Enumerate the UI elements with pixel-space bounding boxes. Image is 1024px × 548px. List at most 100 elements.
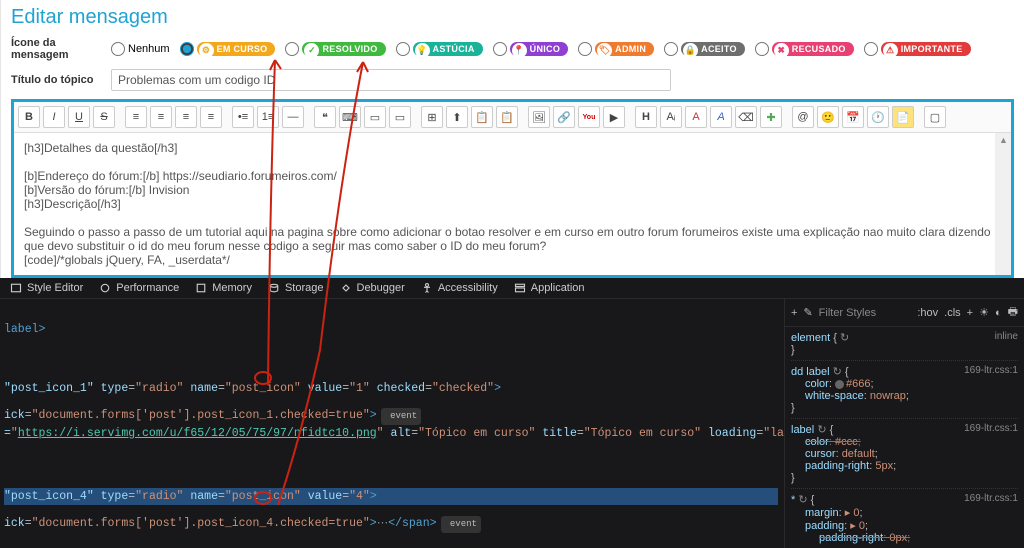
check-icon: ✓ bbox=[304, 43, 319, 58]
devtools-body: label> "post_icon_1" type="radio" name="… bbox=[0, 299, 1024, 548]
devtools-style-rules[interactable]: element { ↻inline } dd label ↻ {169-ltr.… bbox=[785, 327, 1024, 548]
tab-performance[interactable]: Performance bbox=[99, 282, 179, 294]
code-button[interactable]: ⌨ bbox=[339, 106, 361, 128]
badge-importante: ⚠IMPORTANTE bbox=[881, 42, 971, 56]
removeformat-button[interactable]: ⌫ bbox=[735, 106, 757, 128]
editor-textarea[interactable]: [h3]Detalhes da questão[/h3] [b]Endereço… bbox=[14, 133, 1011, 275]
rich-text-editor: B I U S ≡ ≡ ≡ ≡ •≡ 1≡ — ❝ ⌨ ▭ ▭ ⊞ ⬆ 📋 📋 … bbox=[11, 99, 1014, 278]
bulb-icon: 💡 bbox=[415, 43, 430, 58]
panel-title: Editar mensagem bbox=[11, 6, 1014, 29]
date-button[interactable]: 📅 bbox=[842, 106, 864, 128]
new-style-icon[interactable]: + bbox=[967, 307, 973, 319]
align-right-button[interactable]: ≡ bbox=[175, 106, 197, 128]
message-icon-options: Nenhum ⚙EM CURSO ✓RESOLVIDO 💡ASTÚCIA 📍ÚN… bbox=[111, 42, 971, 56]
icon-option-astucia[interactable]: 💡ASTÚCIA bbox=[396, 42, 483, 56]
strike-button[interactable]: S bbox=[93, 106, 115, 128]
tab-application[interactable]: Application bbox=[514, 282, 585, 294]
devtools-tabs: Style Editor Performance Memory Storage … bbox=[0, 278, 1024, 299]
fontcolor-button[interactable]: A bbox=[685, 106, 707, 128]
tag-icon: 🏷 bbox=[597, 43, 612, 58]
badge-astucia: 💡ASTÚCIA bbox=[413, 42, 483, 56]
icon-option-none-label: Nenhum bbox=[128, 43, 170, 55]
event-pill[interactable]: event bbox=[441, 516, 481, 533]
dark-icon[interactable]: ◐ bbox=[995, 307, 1002, 319]
sticky-button[interactable]: 📄 bbox=[892, 106, 914, 128]
topic-title-row: Título do tópico bbox=[11, 69, 1014, 91]
topic-title-label: Título do tópico bbox=[11, 74, 111, 86]
badge-recusado: ✖RECUSADO bbox=[772, 42, 854, 56]
flash-button[interactable]: ▶ bbox=[603, 106, 625, 128]
badge-emcurso: ⚙EM CURSO bbox=[197, 42, 276, 56]
heading-button[interactable]: H bbox=[635, 106, 657, 128]
message-icon-row: Ícone da mensagem Nenhum ⚙EM CURSO ✓RESO… bbox=[11, 37, 1014, 61]
lock-icon: 🔒 bbox=[683, 43, 698, 58]
badge-unico: 📍ÚNICO bbox=[510, 42, 569, 56]
hr-button[interactable]: — bbox=[282, 106, 304, 128]
print-icon[interactable]: 🖶 bbox=[1008, 303, 1018, 322]
icon-option-unico[interactable]: 📍ÚNICO bbox=[493, 42, 569, 56]
italic-button[interactable]: I bbox=[43, 106, 65, 128]
icon-option-recusado[interactable]: ✖RECUSADO bbox=[755, 42, 854, 56]
icon-option-resolvido[interactable]: ✓RESOLVIDO bbox=[285, 42, 385, 56]
host-button[interactable]: ⬆ bbox=[446, 106, 468, 128]
devtools-styles-panel: + ✎ Filter Styles :hov .cls + ☀ ◐ 🖶 elem… bbox=[784, 299, 1024, 548]
new-rule-icon[interactable]: + bbox=[791, 307, 797, 319]
bold-button[interactable]: B bbox=[18, 106, 40, 128]
cls-toggle[interactable]: .cls bbox=[944, 307, 961, 319]
x-icon: ✖ bbox=[774, 43, 789, 58]
list-number-button[interactable]: 1≡ bbox=[257, 106, 279, 128]
align-center-button[interactable]: ≡ bbox=[150, 106, 172, 128]
align-justify-button[interactable]: ≡ bbox=[200, 106, 222, 128]
icon-option-emcurso[interactable]: ⚙EM CURSO bbox=[180, 42, 276, 56]
image-button[interactable]: 🖼 bbox=[528, 106, 550, 128]
badge-admin: 🏷ADMIN bbox=[595, 42, 654, 56]
warn-icon: ⚠ bbox=[883, 43, 898, 58]
tab-accessibility[interactable]: Accessibility bbox=[421, 282, 498, 294]
tab-style-editor[interactable]: Style Editor bbox=[10, 282, 83, 294]
source-button[interactable]: ▢ bbox=[924, 106, 946, 128]
editor-toolbar: B I U S ≡ ≡ ≡ ≡ •≡ 1≡ — ❝ ⌨ ▭ ▭ ⊞ ⬆ 📋 📋 … bbox=[14, 102, 1011, 133]
quote-button[interactable]: ❝ bbox=[314, 106, 336, 128]
icon-option-none[interactable]: Nenhum bbox=[111, 42, 170, 56]
table-button[interactable]: ⊞ bbox=[421, 106, 443, 128]
tab-memory[interactable]: Memory bbox=[195, 282, 252, 294]
pin-icon: 📍 bbox=[512, 43, 527, 58]
hov-toggle[interactable]: :hov bbox=[917, 307, 938, 319]
fontsize-button[interactable]: Aᵢ bbox=[660, 106, 682, 128]
time-button[interactable]: 🕐 bbox=[867, 106, 889, 128]
icon-option-admin[interactable]: 🏷ADMIN bbox=[578, 42, 654, 56]
annotation-circle-4 bbox=[254, 491, 272, 505]
align-left-button[interactable]: ≡ bbox=[125, 106, 147, 128]
highlight-icon[interactable]: ✎ bbox=[803, 306, 812, 319]
annotation-circle-1 bbox=[254, 371, 272, 385]
link-button[interactable]: 🔗 bbox=[553, 106, 575, 128]
paste-button[interactable]: 📋 bbox=[471, 106, 493, 128]
emoji-button[interactable]: 🙂 bbox=[817, 106, 839, 128]
fontfamily-button[interactable]: A bbox=[710, 106, 732, 128]
tab-debugger[interactable]: Debugger bbox=[340, 282, 405, 294]
hidden-button[interactable]: ▭ bbox=[389, 106, 411, 128]
forum-editor-panel: Editar mensagem Ícone da mensagem Nenhum… bbox=[0, 0, 1024, 278]
list-bullet-button[interactable]: •≡ bbox=[232, 106, 254, 128]
event-pill[interactable]: event bbox=[381, 408, 421, 425]
gear-icon: ⚙ bbox=[199, 43, 214, 58]
badge-resolvido: ✓RESOLVIDO bbox=[302, 42, 385, 56]
paste2-button[interactable]: 📋 bbox=[496, 106, 518, 128]
more-button[interactable]: ✚ bbox=[760, 106, 782, 128]
devtools-source[interactable]: label> "post_icon_1" type="radio" name="… bbox=[0, 299, 784, 537]
spoiler-button[interactable]: ▭ bbox=[364, 106, 386, 128]
icon-option-importante[interactable]: ⚠IMPORTANTE bbox=[864, 42, 971, 56]
tab-storage[interactable]: Storage bbox=[268, 282, 324, 294]
badge-aceito: 🔒ACEITO bbox=[681, 42, 745, 56]
filter-styles-input[interactable]: Filter Styles bbox=[819, 307, 876, 319]
light-icon[interactable]: ☀ bbox=[979, 306, 989, 319]
underline-button[interactable]: U bbox=[68, 106, 90, 128]
devtools-styles-head: + ✎ Filter Styles :hov .cls + ☀ ◐ 🖶 bbox=[785, 299, 1024, 327]
message-icon-label: Ícone da mensagem bbox=[11, 37, 111, 61]
editor-scrollbar[interactable] bbox=[995, 133, 1011, 275]
icon-option-aceito[interactable]: 🔒ACEITO bbox=[664, 42, 745, 56]
devtools-panel: Style Editor Performance Memory Storage … bbox=[0, 278, 1024, 548]
mention-button[interactable]: @ bbox=[792, 106, 814, 128]
topic-title-input[interactable] bbox=[111, 69, 671, 91]
video-button[interactable]: You bbox=[578, 106, 600, 128]
